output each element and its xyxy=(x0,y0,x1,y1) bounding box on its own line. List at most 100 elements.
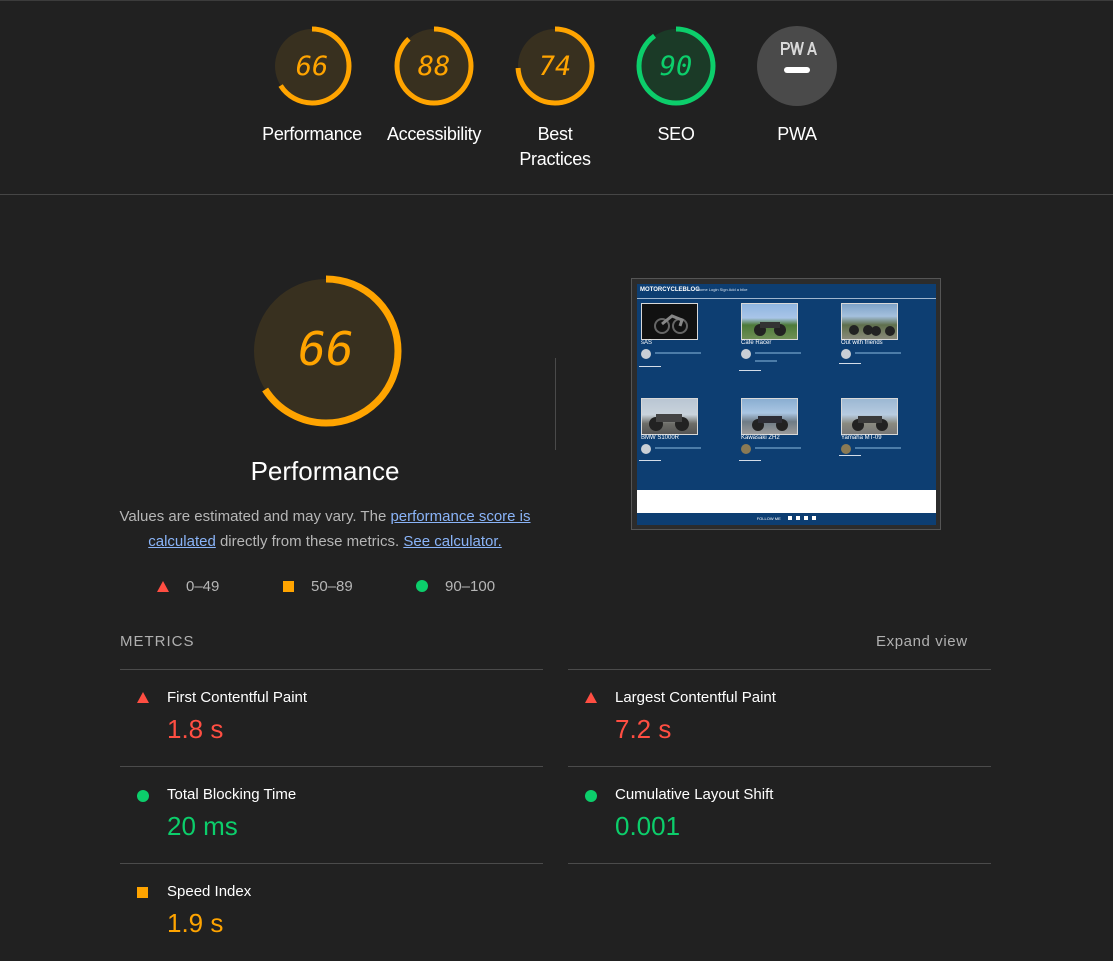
screenshot-post-title: Kawasaki ZH2 xyxy=(741,435,780,441)
text-line xyxy=(639,366,661,367)
metric-value: 1.8 s xyxy=(167,714,224,744)
screenshot-post: Yamaha MT-09 xyxy=(839,398,929,488)
final-screenshot[interactable]: MOTORCYCLEBLOG Home Login Sign Add a bik… xyxy=(631,278,941,530)
performance-description: Values are estimated and may vary. The p… xyxy=(118,504,532,554)
screenshot-nav-links: Home Login Sign Add a bike xyxy=(697,287,748,292)
screenshot-post: Out with friends xyxy=(839,303,929,393)
circle-icon xyxy=(585,790,597,802)
metric-name: Cumulative Layout Shift xyxy=(615,786,774,803)
text-line xyxy=(655,352,701,354)
legend-average-range: 50–89 xyxy=(311,577,353,595)
screenshot-post-title: Yamaha MT-09 xyxy=(841,435,882,441)
gauge-best-practices[interactable]: 74 Best Practices xyxy=(495,24,615,172)
text-line xyxy=(739,370,761,371)
performance-title: Performance xyxy=(250,456,400,486)
screenshot-navbar: MOTORCYCLEBLOG Home Login Sign Add a bik… xyxy=(637,284,936,299)
gauge-performance-ring: 66 xyxy=(272,26,352,106)
screenshot-post-title: Cafe Racer xyxy=(741,340,772,346)
metric-value: 0.001 xyxy=(615,811,681,841)
square-icon xyxy=(137,887,148,898)
screenshot-page: MOTORCYCLEBLOG Home Login Sign Add a bik… xyxy=(637,284,936,525)
screenshot-footer-text: FOLLOW ME xyxy=(756,516,781,521)
gauge-performance-label: Performance xyxy=(262,124,362,144)
text-line xyxy=(639,460,661,461)
text-line xyxy=(755,360,777,362)
avatar xyxy=(841,349,851,359)
gauge-pwa-label: PWA xyxy=(777,124,817,144)
motorcycle-image xyxy=(641,303,698,340)
metric-value: 20 ms xyxy=(167,811,238,841)
gauge-seo-score: 90 xyxy=(660,51,693,82)
avatar xyxy=(641,349,651,359)
gauge-best-practices-label: Best Practices xyxy=(519,124,591,169)
screenshot-brand: MOTORCYCLEBLOG xyxy=(640,287,700,293)
category-gauges: 66 Performance 88 Accessibility 74 Best … xyxy=(0,0,1113,194)
screenshot-post: Kawasaki ZH2 xyxy=(739,398,829,488)
description-text-2: directly from these metrics. xyxy=(215,533,404,550)
motorcycle-image xyxy=(741,398,798,435)
metric-total-blocking-time: Total Blocking Time 20 ms xyxy=(120,766,543,864)
motorcycle-image xyxy=(641,398,698,435)
metrics-header: METRICS xyxy=(120,633,195,650)
see-calculator-link[interactable]: See calculator. xyxy=(403,533,501,550)
gauge-best-practices-ring: 74 xyxy=(515,26,595,106)
legend-pass: 90–100 xyxy=(416,576,495,596)
avatar xyxy=(841,444,851,454)
gauge-accessibility-label: Accessibility xyxy=(386,124,482,144)
gauge-seo[interactable]: 90 SEO xyxy=(616,24,736,147)
screenshot-post-title: sAS xyxy=(641,340,653,346)
metric-name: First Contentful Paint xyxy=(167,689,308,706)
screenshot-post-title: Out with friends xyxy=(841,340,883,346)
gauge-performance-score: 66 xyxy=(296,51,329,82)
gauge-seo-label: SEO xyxy=(657,124,695,144)
metric-largest-contentful-paint: Largest Contentful Paint 7.2 s xyxy=(568,669,991,767)
social-icon xyxy=(796,516,800,520)
text-line xyxy=(739,460,761,461)
triangle-icon xyxy=(137,692,149,703)
text-line xyxy=(855,447,901,449)
screenshot-post-title: BMW S1000R xyxy=(641,435,680,441)
text-line xyxy=(839,455,861,456)
metric-first-contentful-paint: First Contentful Paint 1.8 s xyxy=(120,669,543,767)
circle-icon xyxy=(416,580,428,592)
metric-name: Speed Index xyxy=(167,883,252,900)
avatar xyxy=(741,444,751,454)
performance-main-score: 66 xyxy=(298,322,353,376)
gauge-accessibility-ring: 88 xyxy=(394,26,474,106)
legend-average: 50–89 xyxy=(283,576,353,596)
text-line xyxy=(755,352,801,354)
gauge-accessibility-score: 88 xyxy=(418,51,451,82)
metric-speed-index: Speed Index 1.9 s xyxy=(120,863,543,961)
metric-name: Total Blocking Time xyxy=(167,786,297,803)
expand-view-toggle[interactable]: Expand view xyxy=(876,633,968,650)
legend-pass-range: 90–100 xyxy=(445,577,496,595)
screenshot-post: BMW S1000R xyxy=(639,398,729,488)
text-line xyxy=(755,447,801,449)
social-icon xyxy=(787,516,792,520)
motorcycle-image xyxy=(841,303,898,340)
performance-main-gauge: 66 xyxy=(248,273,404,429)
square-icon xyxy=(283,580,294,592)
text-line xyxy=(655,447,701,449)
pwa-icon xyxy=(757,26,837,106)
gauge-seo-ring: 90 xyxy=(636,26,716,106)
metric-divider xyxy=(568,863,991,864)
description-text-1: Values are estimated and may vary. The xyxy=(119,508,391,525)
legend-fail: 0–49 xyxy=(157,576,219,596)
legend-fail-range: 0–49 xyxy=(186,577,220,595)
gauge-pwa[interactable]: PWA xyxy=(737,24,857,147)
social-icon xyxy=(804,516,809,520)
gauge-performance[interactable]: 66 Performance xyxy=(252,24,372,147)
performance-main-ring: 66 xyxy=(250,275,402,427)
circle-icon xyxy=(137,790,149,802)
screenshot-post: Cafe Racer xyxy=(739,303,829,393)
triangle-icon xyxy=(157,580,169,592)
triangle-icon xyxy=(585,692,597,703)
screenshot-white-band xyxy=(637,490,936,513)
gauge-accessibility[interactable]: 88 Accessibility xyxy=(374,24,494,147)
motorcycle-image xyxy=(741,303,798,340)
vertical-separator xyxy=(555,358,556,450)
motorcycle-image xyxy=(841,398,898,435)
screenshot-footer: FOLLOW ME xyxy=(637,513,936,525)
section-divider xyxy=(0,194,1113,195)
